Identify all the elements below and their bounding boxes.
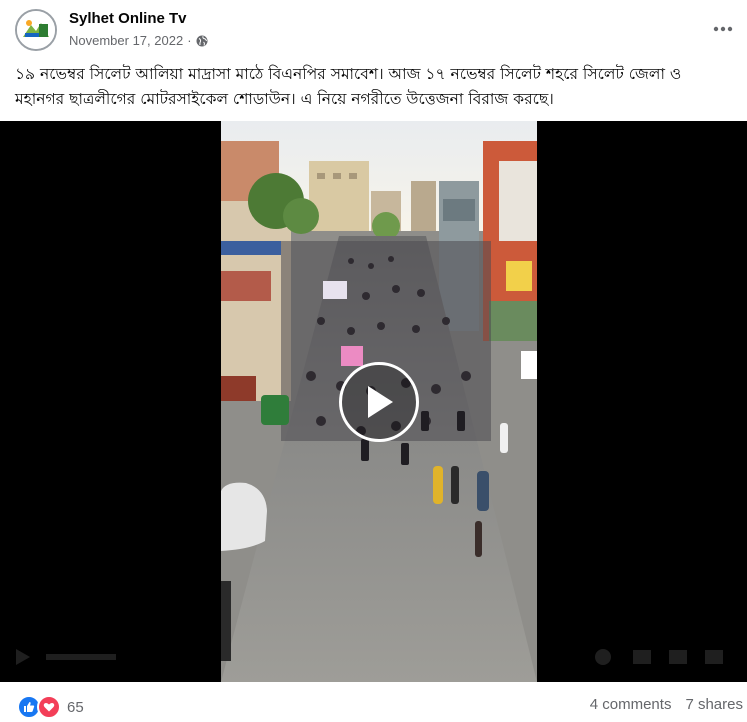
post-caption: ১৯ নভেম্বর সিলেট আলিয়া মাদ্রাসা মাঠে বি… [15,65,682,108]
player-settings-icon [595,649,723,665]
engagement-stats: 4 comments 7 shares [590,696,743,713]
post-meta: November 17, 2022 · [69,33,208,48]
meta-separator: · [187,33,192,48]
comments-link[interactable]: 4 comments [590,696,672,713]
play-icon [368,386,393,418]
reaction-count: 65 [67,698,84,716]
page-avatar[interactable] [15,9,57,51]
more-options-button[interactable] [708,14,738,44]
more-dots-icon [713,26,733,32]
play-button[interactable] [339,362,419,442]
page-name[interactable]: Sylhet Online Tv [69,10,187,27]
reactions-summary[interactable]: 65 [17,695,84,719]
love-icon [37,695,61,719]
post-date[interactable]: November 17, 2022 [69,33,183,48]
globe-icon [196,35,208,47]
post-header: Sylhet Online Tv November 17, 2022 · [0,0,747,60]
play-control-icon [16,649,116,665]
shares-link[interactable]: 7 shares [685,696,743,713]
post-footer: 65 4 comments 7 shares [0,682,747,722]
video-player[interactable] [0,121,747,682]
